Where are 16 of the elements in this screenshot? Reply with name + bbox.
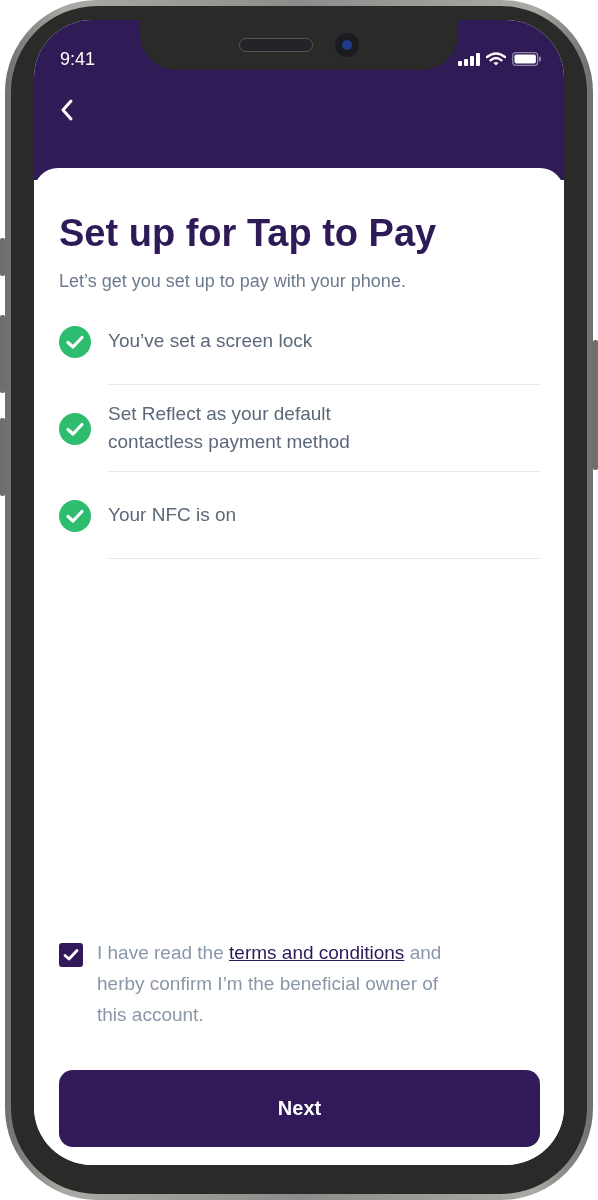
step-label: Your NFC is on — [108, 503, 237, 527]
terms-statement: I have read the terms and conditions and herby confirm I’m the beneficial owner of this account. — [97, 941, 443, 1027]
next-button[interactable]: Next — [59, 1070, 540, 1147]
terms-checkbox[interactable] — [59, 943, 83, 967]
wifi-icon — [486, 52, 506, 66]
page-subtitle: Let’s get you set up to pay with your phone. — [59, 270, 407, 293]
page-title: Set up for Tap to Pay — [59, 211, 438, 256]
chevron-left-icon — [60, 98, 74, 122]
battery-icon — [512, 52, 542, 66]
status-time: 9:41 — [60, 48, 96, 70]
step-label: You’ve set a screen lock — [108, 329, 313, 353]
camera-lens — [335, 33, 359, 57]
signal-icon — [458, 52, 480, 66]
step-label: Set Reflect as your default contactless payment method — [108, 402, 351, 454]
terms-link[interactable]: terms and conditions — [229, 942, 405, 963]
checkmark-icon — [63, 948, 79, 962]
